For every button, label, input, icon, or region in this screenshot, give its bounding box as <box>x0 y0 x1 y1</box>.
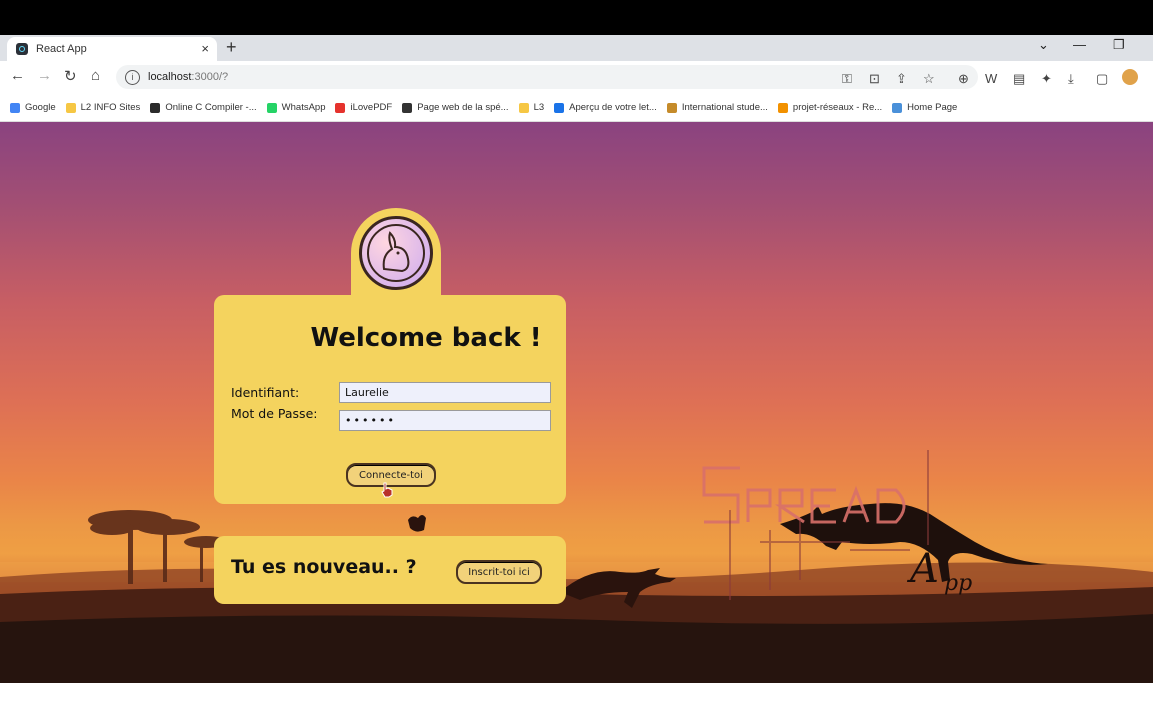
bookmarks-bar: Google L2 INFO Sites Online C Compiler -..… <box>0 94 1153 122</box>
restore-icon[interactable]: ❐ <box>1113 37 1125 53</box>
reload-icon[interactable]: ↻ <box>64 67 77 85</box>
video-letterbox-bottom <box>0 683 1153 702</box>
bookmark-item[interactable]: L3 <box>518 102 545 113</box>
signup-card: Tu es nouveau.. ? Inscrit-toi ici <box>214 536 566 604</box>
bookmark-label: International stude... <box>681 102 768 113</box>
video-letterbox-top <box>0 0 1153 35</box>
forward-icon[interactable]: → <box>37 67 52 84</box>
hand-cursor-icon <box>381 482 393 498</box>
home-icon[interactable]: ⌂ <box>91 67 100 84</box>
chevron-down-icon[interactable]: ⌄ <box>1038 37 1049 53</box>
bookmark-favicon-icon <box>150 102 161 113</box>
brand-pp-letters: pp <box>944 571 972 596</box>
signup-button[interactable]: Inscrit-toi ici <box>456 560 542 584</box>
bookmark-item[interactable]: International stude... <box>666 102 768 113</box>
spreadapp-logo: A pp <box>702 450 972 600</box>
toolbar: ← → ↻ ⌂ i localhost:3000/? ⚿ ⊡ ⇪ ☆ ⊕ W ▤… <box>0 61 1153 94</box>
bookmark-label: Google <box>25 102 56 113</box>
browser-tab[interactable]: React App × <box>7 37 217 61</box>
new-tab-button[interactable]: + <box>226 37 237 58</box>
bookmark-favicon-icon <box>10 102 20 113</box>
bookmark-label: Home Page <box>907 102 958 113</box>
login-title: Welcome back ! <box>310 323 542 353</box>
bookmark-favicon-icon <box>266 102 277 113</box>
bookmark-label: Online C Compiler -... <box>165 102 257 113</box>
rabbit-logo-icon <box>359 216 433 290</box>
url-path: :3000/? <box>191 71 229 83</box>
bookmark-label: L3 <box>533 102 545 113</box>
profile-avatar[interactable] <box>1122 69 1138 85</box>
close-tab-icon[interactable]: × <box>201 41 209 56</box>
bookmark-favicon-icon <box>518 102 529 113</box>
bookmark-label: L2 INFO Sites <box>80 102 141 113</box>
share-icon[interactable]: ⇪ <box>896 71 907 87</box>
minimize-icon[interactable]: — <box>1073 37 1086 52</box>
search-extension-icon[interactable]: ⊕ <box>958 71 969 87</box>
logo-tab <box>351 208 441 298</box>
bookmark-favicon-icon <box>402 102 413 113</box>
tab-title: React App <box>36 43 87 55</box>
page-background: A pp <box>0 122 1153 683</box>
reader-icon[interactable]: ▤ <box>1013 71 1025 87</box>
password-input[interactable] <box>339 410 551 431</box>
download-icon[interactable]: ⤓ <box>1068 71 1074 87</box>
extensions-puzzle-icon[interactable]: ✦ <box>1041 71 1052 87</box>
back-icon[interactable]: ← <box>10 67 25 84</box>
bookmark-label: WhatsApp <box>281 102 326 113</box>
brand-a-letter: A <box>906 546 939 592</box>
bookmark-star-icon[interactable]: ☆ <box>923 71 935 87</box>
react-icon <box>16 43 28 55</box>
password-label: Mot de Passe: <box>231 406 318 421</box>
tab-strip: React App × <box>0 35 1153 61</box>
identifiant-label: Identifiant: <box>231 385 300 400</box>
bookmark-label: iLovePDF <box>350 102 393 113</box>
bookmark-item[interactable]: Page web de la spé... <box>402 102 509 113</box>
url-host: localhost <box>148 71 192 83</box>
bookmark-label: Page web de la spé... <box>417 102 509 113</box>
bookmark-item[interactable]: L2 INFO Sites <box>65 102 141 113</box>
login-card: Welcome back ! Identifiant: Mot de Passe… <box>214 295 566 504</box>
bookmark-favicon-icon <box>554 102 565 113</box>
bookmark-favicon-icon <box>65 102 76 113</box>
bookmark-item[interactable]: Aperçu de votre let... <box>554 102 657 113</box>
bookmark-item[interactable]: Online C Compiler -... <box>150 102 257 113</box>
bookmark-item[interactable]: Google <box>10 102 56 113</box>
bookmark-label: Aperçu de votre let... <box>569 102 657 113</box>
rabbit-icon <box>367 224 425 282</box>
bookmark-item[interactable]: WhatsApp <box>266 102 326 113</box>
install-icon[interactable]: ⊡ <box>869 71 880 87</box>
bookmark-favicon-icon <box>892 102 903 113</box>
bookmark-item[interactable]: projet-réseaux - Re... <box>777 102 883 113</box>
bookmark-favicon-icon <box>335 102 346 113</box>
info-icon[interactable]: i <box>125 69 140 85</box>
bookmark-favicon-icon <box>777 102 788 113</box>
bookmark-favicon-icon <box>666 102 677 113</box>
bookmark-item[interactable]: Home Page <box>892 102 957 113</box>
signup-question: Tu es nouveau.. ? <box>231 556 417 578</box>
bookmark-label: projet-réseaux - Re... <box>792 102 883 113</box>
bookmark-item[interactable]: iLovePDF <box>335 102 392 113</box>
key-icon[interactable]: ⚿ <box>842 71 852 87</box>
extension-w-icon[interactable]: W <box>985 71 997 86</box>
identifiant-input[interactable] <box>339 382 551 403</box>
side-panel-icon[interactable]: ▢ <box>1096 71 1108 87</box>
